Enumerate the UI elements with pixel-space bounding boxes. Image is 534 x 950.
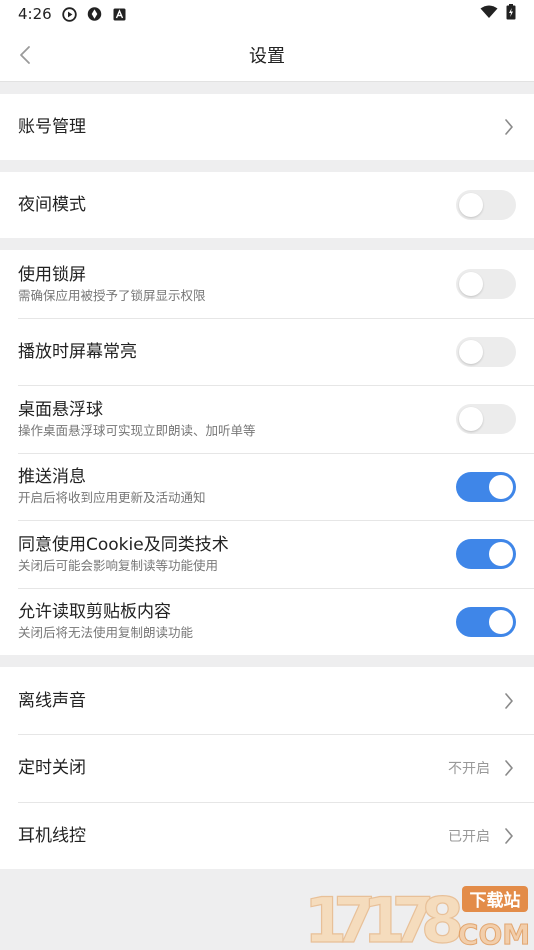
push-messages-toggle[interactable]: [456, 471, 516, 502]
section-account: 账号管理: [0, 94, 534, 160]
play-notification-icon: [61, 6, 77, 22]
floating-ball-toggle[interactable]: [456, 404, 516, 434]
status-time: 4:26: [18, 5, 52, 23]
back-button[interactable]: [10, 28, 40, 82]
chevron-right-icon: [502, 826, 516, 846]
row-cookie-consent: 同意使用Cookie及同类技术 关闭后可能会影响复制读等功能使用: [0, 520, 534, 588]
row-title: 允许读取剪贴板内容: [18, 602, 171, 622]
row-headset-control[interactable]: 耳机线控 已开启: [0, 802, 534, 869]
row-title: 播放时屏幕常亮: [18, 341, 137, 362]
lock-screen-toggle[interactable]: [456, 269, 516, 299]
watermark-digits: 17178: [304, 884, 464, 948]
page-title: 设置: [249, 45, 285, 67]
row-title: 推送消息: [18, 467, 86, 487]
row-subtitle: 开启后将收到应用更新及活动通知: [18, 490, 206, 505]
text-notification-icon: [112, 7, 127, 22]
shutter-notification-icon: [87, 7, 102, 22]
row-floating-ball: 桌面悬浮球 操作桌面悬浮球可实现立即朗读、加听单等: [0, 385, 534, 453]
chevron-left-icon: [20, 46, 30, 64]
row-account-management[interactable]: 账号管理: [0, 94, 534, 160]
toggle-knob: [459, 272, 483, 296]
row-subtitle: 需确保应用被授予了锁屏显示权限: [18, 287, 206, 303]
wifi-icon: [480, 5, 498, 23]
keep-screen-on-toggle[interactable]: [456, 336, 516, 367]
toggle-knob: [459, 407, 483, 431]
watermark-domain: COM: [458, 918, 530, 948]
status-left: 4:26: [18, 5, 127, 23]
battery-icon: [506, 4, 516, 24]
watermark-badge: 下载站: [470, 890, 521, 911]
watermark-logo: 17178 下载站 COM: [303, 884, 530, 948]
row-title: 使用锁屏: [18, 264, 86, 285]
section-audio: 离线声音 定时关闭 不开启 耳机线控 已开启: [0, 667, 534, 869]
row-subtitle: 关闭后可能会影响复制读等功能使用: [18, 557, 219, 573]
row-offline-voice[interactable]: 离线声音: [0, 667, 534, 734]
clipboard-access-toggle[interactable]: [456, 606, 516, 637]
section-playback: 使用锁屏 需确保应用被授予了锁屏显示权限 播放时屏幕常亮 桌面悬浮球 操作桌面悬…: [0, 250, 534, 655]
row-title: 桌面悬浮球: [18, 399, 103, 420]
row-title: 夜间模式: [18, 195, 86, 215]
cookie-consent-toggle[interactable]: [456, 539, 516, 569]
row-night-mode: 夜间模式: [0, 172, 534, 238]
status-bar: 4:26: [0, 0, 534, 28]
row-title: 账号管理: [18, 117, 86, 137]
row-title: 离线声音: [18, 690, 86, 711]
section-display: 夜间模式: [0, 172, 534, 238]
toggle-knob: [459, 193, 483, 217]
row-subtitle: 操作桌面悬浮球可实现立即朗读、加听单等: [18, 422, 256, 438]
toggle-knob: [459, 339, 483, 364]
row-title: 耳机线控: [18, 825, 86, 846]
row-clipboard-access: 允许读取剪贴板内容 关闭后将无法使用复制朗读功能: [0, 588, 534, 655]
row-lock-screen: 使用锁屏 需确保应用被授予了锁屏显示权限: [0, 250, 534, 318]
row-title: 定时关闭: [18, 758, 86, 778]
row-value: 已开启: [448, 828, 490, 845]
chevron-right-icon: [502, 758, 516, 778]
row-title: 同意使用Cookie及同类技术: [18, 534, 229, 555]
row-keep-screen-on: 播放时屏幕常亮: [0, 318, 534, 385]
row-sleep-timer[interactable]: 定时关闭 不开启: [0, 734, 534, 802]
toggle-knob: [489, 542, 513, 566]
row-push-messages: 推送消息 开启后将收到应用更新及活动通知: [0, 453, 534, 520]
chevron-right-icon: [502, 691, 516, 711]
toggle-knob: [489, 474, 513, 499]
row-value: 不开启: [448, 761, 490, 777]
chevron-right-icon: [502, 117, 516, 137]
nav-bar: 设置: [0, 28, 534, 82]
row-subtitle: 关闭后将无法使用复制朗读功能: [18, 625, 194, 640]
toggle-knob: [489, 609, 513, 634]
status-right: [480, 4, 516, 24]
night-mode-toggle[interactable]: [456, 190, 516, 220]
